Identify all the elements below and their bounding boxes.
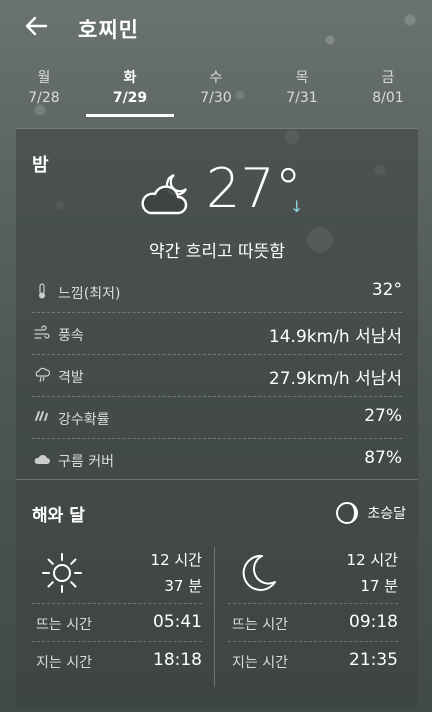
detail-label: 구름 커버 [58,454,114,470]
tab-date: 7/28 [28,90,60,106]
tab-date: 7/31 [286,90,318,106]
tab-wednesday[interactable]: 수 7/30 [176,68,256,108]
sunset-time: 18:18 [153,650,202,670]
sunrise-label: 뜨는 시간 [36,617,92,633]
sunrise-row: 뜨는 시간 05:41 [32,603,202,640]
detail-label: 강수확률 [58,412,110,428]
partly-cloudy-night-icon [141,173,188,215]
moonrise-time: 09:18 [349,612,398,632]
wind-icon [34,325,50,339]
sun-moon-title: 해와 달 [32,506,85,526]
detail-label: 격발 [58,370,84,386]
cloud-icon [34,454,50,464]
tab-date: 7/30 [200,90,232,106]
moonrise-label: 뜨는 시간 [232,617,288,633]
moon-phase-label: 초승달 [367,506,406,522]
moonrise-row: 뜨는 시간 09:18 [228,603,398,640]
temperature-trend-icon: ↓ [290,197,304,216]
period-label: 밤 [32,155,49,176]
moonset-label: 지는 시간 [232,655,288,671]
detail-row-feels-like: 느낌(최저) 32° [32,271,402,313]
detail-value: 27% [364,406,402,426]
moonset-row: 지는 시간 21:35 [228,641,398,678]
thermometer-icon [39,283,45,299]
detail-value: 14.9km/h 서남서 [268,327,402,347]
sunset-row: 지는 시간 18:18 [32,641,202,678]
tab-tuesday[interactable]: 화 7/29 [90,68,170,108]
detail-row-gust: 격발 27.9km/h 서남서 [32,355,402,397]
detail-label: 풍속 [58,328,84,344]
gust-icon [35,367,50,383]
sun-duration-minutes: 37 분 [164,577,202,595]
detail-row-wind-speed: 풍속 14.9km/h 서남서 [32,313,402,355]
tab-thursday[interactable]: 목 7/31 [262,68,342,108]
tab-dow: 수 [209,70,223,86]
tab-date: 7/29 [112,90,148,106]
moonset-time: 21:35 [349,650,398,670]
page-title: 호찌민 [78,18,139,42]
arrow-left-icon[interactable] [22,12,50,40]
moon-phase: 초승달 [335,501,406,525]
sun-duration-hours: 12 시간 [150,551,202,569]
rain-icon [35,411,48,421]
tab-dow: 목 [295,70,309,86]
condition-description: 약간 흐리고 따뜻함 [149,242,285,262]
app-header: 호찌민 [0,0,432,56]
forecast-card: 밤 27° ↓ 약간 흐리고 따뜻함 느낌(최저) 32° 풍속 14.9km/… [16,128,418,709]
detail-row-cloud-cover: 구름 커버 87% [32,439,402,480]
current-temperature: 27° [206,157,302,220]
vertical-divider [214,547,215,687]
tab-monday[interactable]: 월 7/28 [4,68,84,108]
moon-duration-minutes: 17 분 [360,577,398,595]
detail-value: 87% [364,448,402,468]
tab-date: 8/01 [372,90,404,106]
tab-dow: 화 [123,70,137,86]
active-tab-indicator [86,114,174,117]
detail-label: 느낌(최저) [58,286,121,302]
day-tabs: 월 7/28 화 7/29 수 7/30 목 7/31 금 8/01 [0,68,432,118]
tab-friday[interactable]: 금 8/01 [348,68,428,108]
detail-list: 느낌(최저) 32° 풍속 14.9km/h 서남서 격발 27.9km/h 서… [32,271,402,480]
sunrise-time: 05:41 [153,612,202,632]
crescent-moon-icon [242,554,276,591]
moon-duration-hours: 12 시간 [346,551,398,569]
sun-icon [42,553,82,593]
detail-value: 27.9km/h 서남서 [268,369,402,389]
tab-dow: 금 [381,70,395,86]
sunset-label: 지는 시간 [36,655,92,671]
tab-dow: 월 [37,70,51,86]
detail-value: 32° [371,280,402,300]
detail-row-precipitation: 강수확률 27% [32,397,402,439]
moon-phase-icon [336,502,359,524]
section-divider [16,479,418,480]
